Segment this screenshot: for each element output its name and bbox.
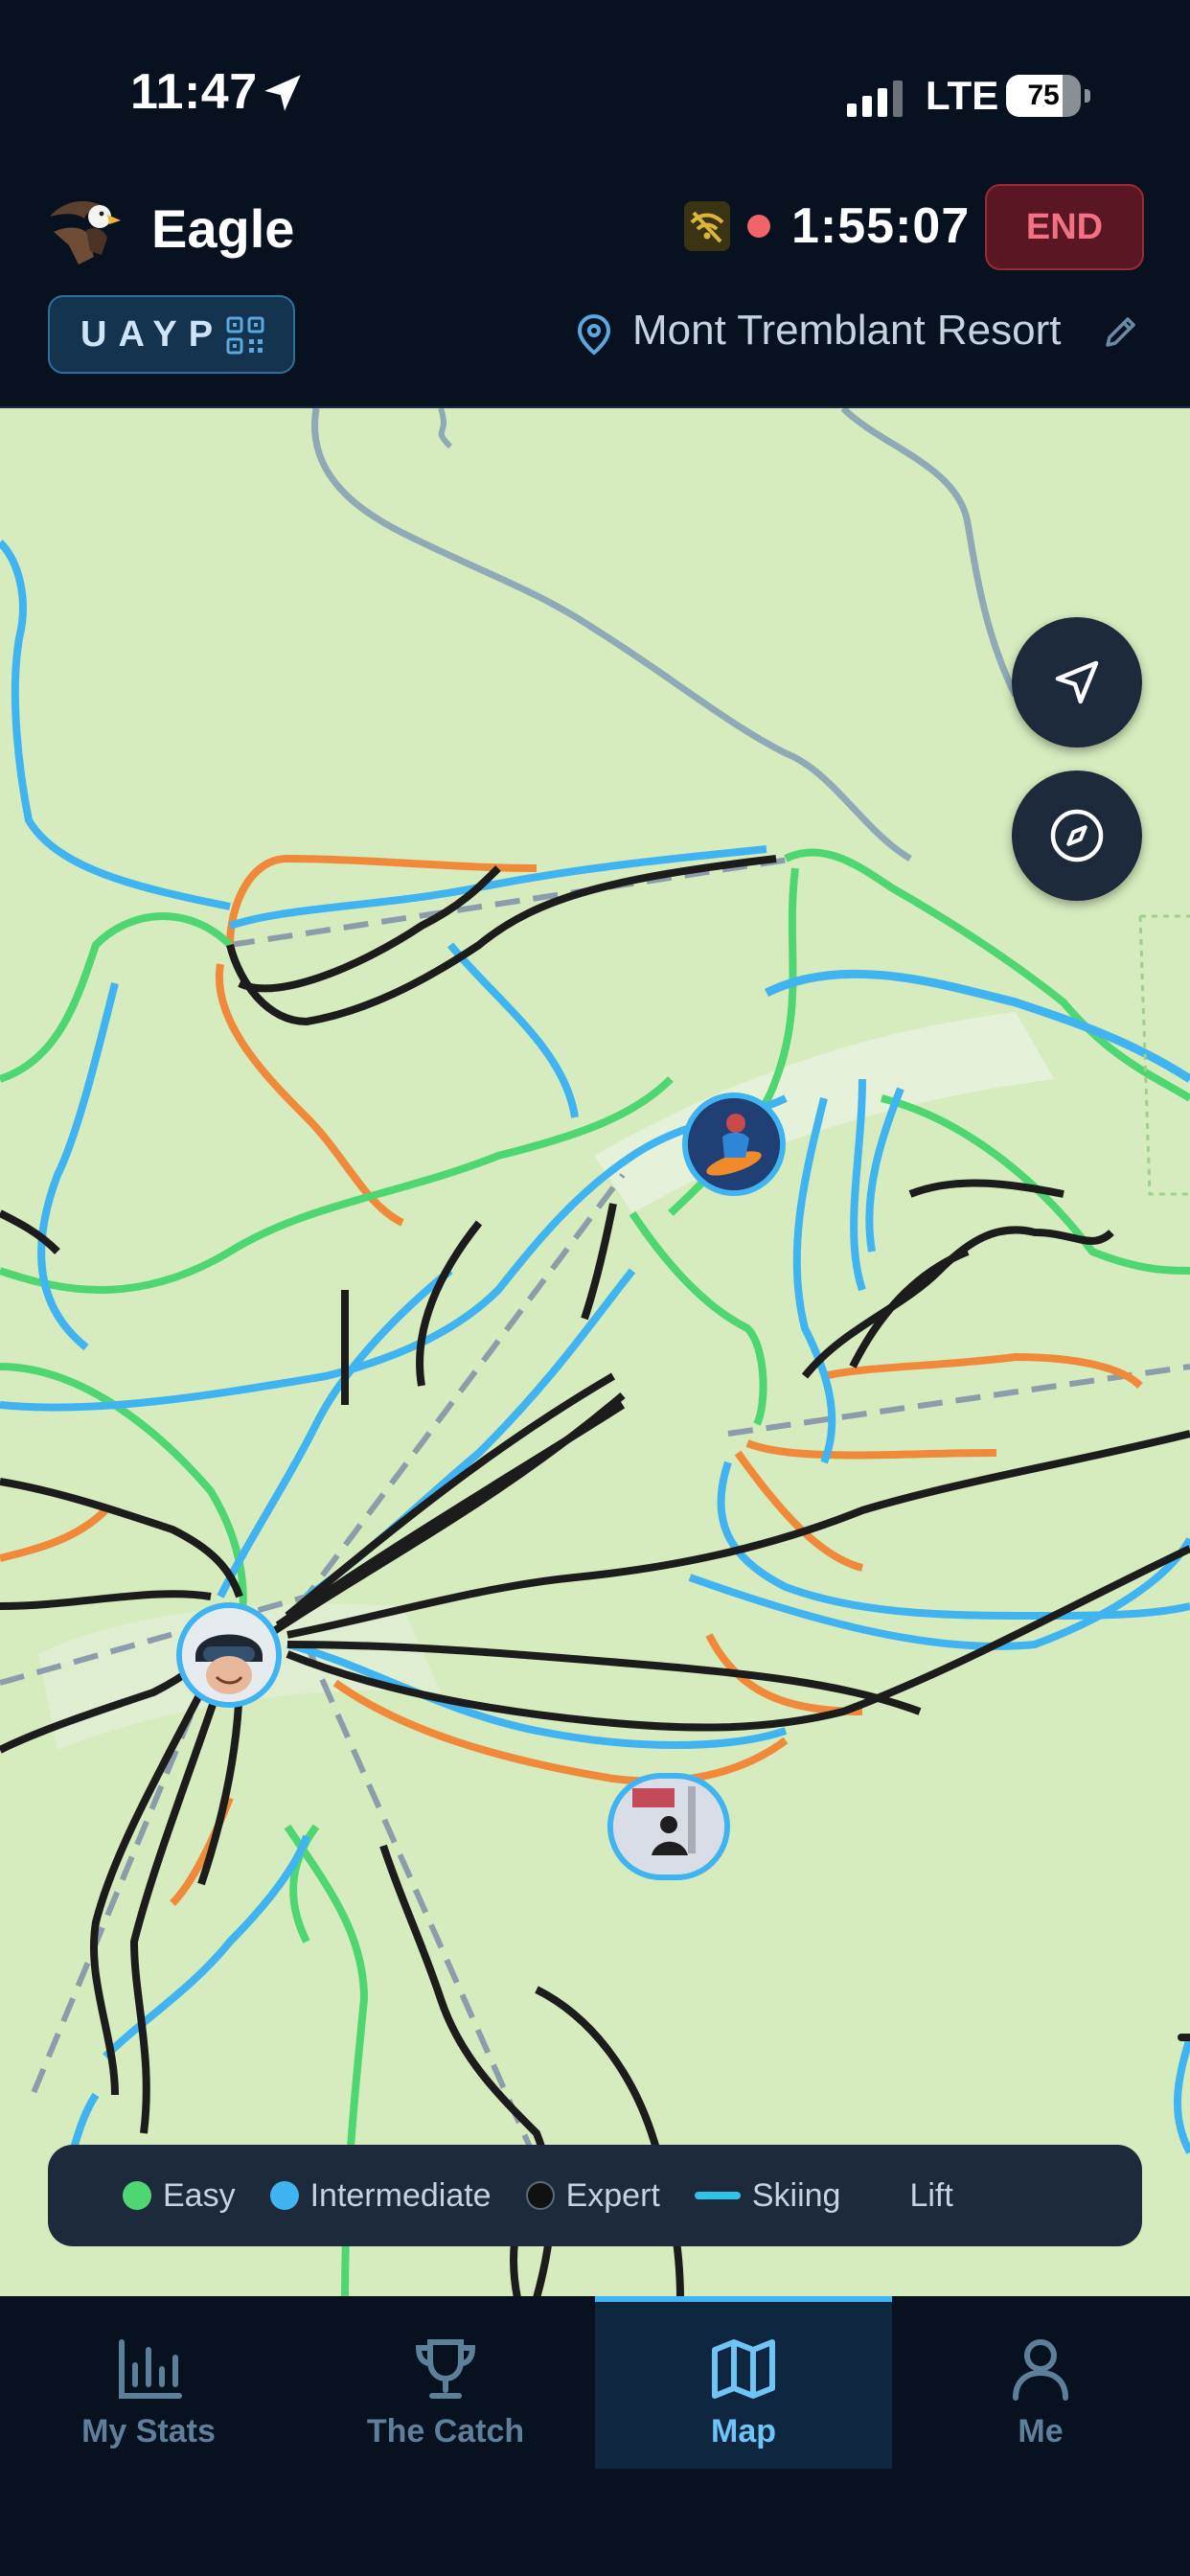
recording-dot: [747, 215, 770, 238]
legend-label: Easy: [163, 2176, 236, 2214]
tab-label: The Catch: [366, 2413, 525, 2450]
trophy-icon: [415, 2339, 476, 2399]
trail-map[interactable]: [0, 406, 1190, 2298]
navigation-arrow-icon: [1055, 660, 1099, 704]
battery-icon: 75: [1006, 75, 1090, 117]
map-icon: [712, 2339, 775, 2399]
friend-marker-skier[interactable]: [607, 1773, 730, 1880]
tab-map[interactable]: Map: [595, 2296, 892, 2469]
snowboarder-avatar-icon: [688, 1098, 780, 1190]
friend-avatar-icon: [613, 1779, 724, 1874]
tab-bar: My Stats The Catch Map Me: [0, 2296, 1190, 2576]
friend-marker-snowboarder[interactable]: [682, 1092, 786, 1196]
skiing-line-icon: [694, 2192, 741, 2199]
green-dot-icon: [123, 2181, 151, 2210]
location-arrow-icon: [264, 75, 301, 111]
pencil-icon[interactable]: [1100, 312, 1140, 353]
legend-label: Skiing: [751, 2176, 841, 2214]
blue-dot-icon: [269, 2181, 299, 2210]
session-timer: 1:55:07: [791, 198, 971, 254]
qr-code-icon: [226, 316, 264, 355]
black-dot-icon: [525, 2181, 555, 2210]
friend-marker-helmet[interactable]: [176, 1602, 282, 1708]
legend-intermediate: Intermediate: [269, 2176, 492, 2215]
tab-my-stats[interactable]: My Stats: [0, 2302, 297, 2469]
resort-name[interactable]: Mont Tremblant Resort: [632, 307, 1062, 355]
status-time: 11:47: [130, 64, 258, 120]
location-pin-icon: [577, 313, 611, 356]
group-code: UAYP: [80, 313, 225, 355]
legend-label: Lift: [909, 2176, 953, 2214]
network-type: LTE: [926, 73, 999, 118]
group-code-button[interactable]: UAYP: [48, 295, 295, 374]
user-name: Eagle: [151, 198, 295, 259]
tab-me[interactable]: Me: [892, 2302, 1189, 2469]
tab-the-catch[interactable]: The Catch: [297, 2302, 594, 2469]
locate-button[interactable]: [1012, 617, 1142, 748]
compass-icon: [1050, 809, 1104, 862]
legend-skiing: Skiing: [694, 2176, 841, 2215]
friend-avatar-icon: [182, 1608, 276, 1702]
tab-label: Map: [711, 2413, 776, 2450]
legend-label: Intermediate: [309, 2176, 492, 2214]
legend-expert: Expert: [525, 2176, 660, 2215]
signal-icon: [847, 80, 903, 117]
legend-easy: Easy: [123, 2177, 236, 2215]
eagle-avatar-icon: [50, 201, 121, 264]
person-icon: [1013, 2339, 1068, 2401]
legend-lift: Lift: [909, 2177, 952, 2215]
tab-label: My Stats: [81, 2413, 216, 2450]
battery-percent: 75: [1027, 80, 1060, 111]
wifi-off-icon: [684, 201, 730, 251]
end-session-button[interactable]: END: [985, 184, 1144, 270]
compass-button[interactable]: [1012, 770, 1142, 901]
tab-label: Me: [1018, 2413, 1064, 2450]
map-legend: Easy Intermediate Expert Skiing Lift: [48, 2145, 1142, 2246]
legend-label: Expert: [565, 2176, 660, 2214]
bar-chart-icon: [119, 2339, 182, 2399]
trail-lines: [0, 408, 1190, 2298]
